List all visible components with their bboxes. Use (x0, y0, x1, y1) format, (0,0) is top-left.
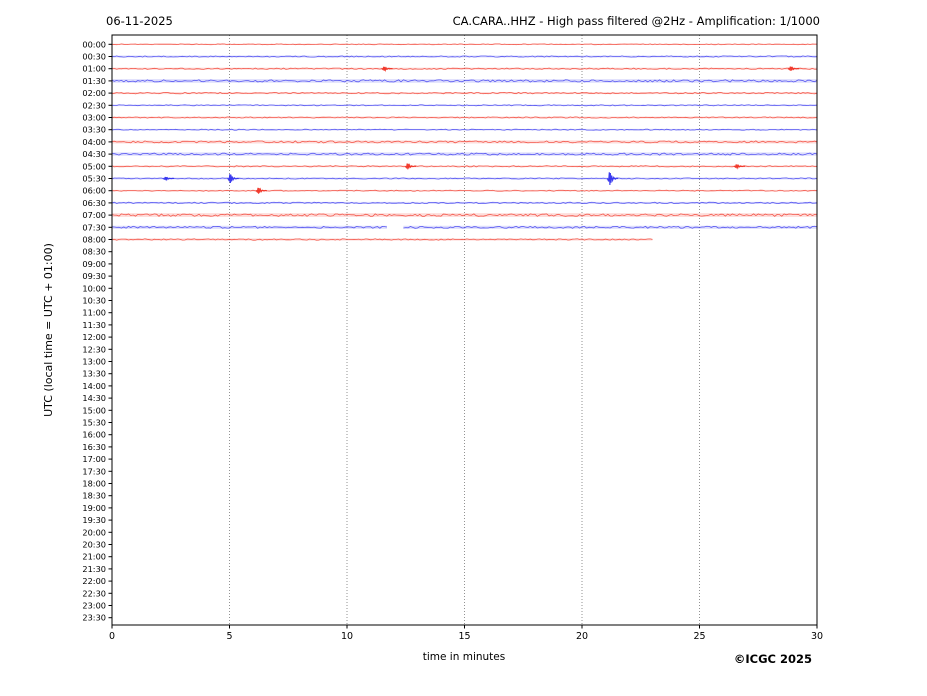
y-tick-label-07:00: 07:00 (82, 210, 106, 220)
y-tick-label-08:30: 08:30 (82, 247, 106, 257)
y-tick-label-17:00: 17:00 (82, 454, 106, 464)
y-tick-label-14:30: 14:30 (82, 393, 106, 403)
y-tick-label-00:30: 00:30 (82, 52, 106, 62)
y-tick-label-05:30: 05:30 (82, 174, 106, 184)
y-tick-label-06:00: 06:00 (82, 186, 106, 196)
x-tick-label-25: 25 (693, 631, 705, 642)
x-tick-label-0: 0 (109, 631, 115, 642)
y-tick-label-15:30: 15:30 (82, 418, 106, 428)
y-tick-label-08:00: 08:00 (82, 235, 106, 245)
event-spike-05:00 (405, 164, 416, 170)
event-spike-05:30 (163, 177, 174, 180)
trace-01:30 (112, 80, 817, 82)
y-axis-label: UTC (local time = UTC + 01:00) (42, 243, 55, 417)
y-tick-label-00:00: 00:00 (82, 39, 106, 49)
trace-layer (112, 44, 817, 240)
y-tick-label-05:00: 05:00 (82, 161, 106, 171)
y-tick-label-02:00: 02:00 (82, 88, 106, 98)
y-tick-label-23:00: 23:00 (82, 601, 106, 611)
y-tick-label-22:30: 22:30 (82, 588, 106, 598)
event-spike-05:30 (228, 174, 239, 183)
trace-02:00 (112, 92, 817, 93)
helicorder-plot: 00:00 00:30 01:00 01:30 02:00 02:30 03:00 03:30… (0, 0, 927, 696)
x-tick-label-5: 5 (226, 631, 232, 642)
y-tick-label-07:30: 07:30 (82, 222, 106, 232)
y-tick-label-06:30: 06:30 (82, 198, 106, 208)
x-axis-label: time in minutes (423, 651, 505, 663)
y-tick-label-10:30: 10:30 (82, 296, 106, 306)
y-tick-label-16:00: 16:00 (82, 430, 106, 440)
y-tick-label-14:00: 14:00 (82, 381, 106, 391)
trace-07:30 (112, 226, 817, 228)
trace-00:30 (112, 56, 817, 57)
y-tick-label-11:00: 11:00 (82, 308, 106, 318)
trace-04:00 (112, 141, 817, 143)
copyright-label: ©ICGC 2025 (734, 652, 812, 666)
y-tick-label-18:00: 18:00 (82, 479, 106, 489)
event-spike-05:30 (607, 172, 618, 185)
y-tick-label-21:30: 21:30 (82, 564, 106, 574)
y-tick-label-04:00: 04:00 (82, 137, 106, 147)
y-tick-label-22:00: 22:00 (82, 576, 106, 586)
y-tick-label-13:30: 13:30 (82, 369, 106, 379)
y-tick-label-03:30: 03:30 (82, 125, 106, 135)
trace-03:00 (112, 117, 817, 118)
trace-01:00 (112, 67, 817, 71)
y-tick-label-19:00: 19:00 (82, 503, 106, 513)
event-spike-01:00 (382, 67, 393, 71)
y-tick-label-03:00: 03:00 (82, 113, 106, 123)
y-tick-label-12:00: 12:00 (82, 332, 106, 342)
date-label: 06-11-2025 (106, 14, 173, 28)
y-tick-label-09:00: 09:00 (82, 259, 106, 269)
y-tick-label-11:30: 11:30 (82, 320, 106, 330)
x-tick-label-30: 30 (811, 631, 823, 642)
x-tick-label-20: 20 (576, 631, 588, 642)
y-tick-label-13:00: 13:00 (82, 357, 106, 367)
y-tick-label-01:30: 01:30 (82, 76, 106, 86)
trace-05:30 (112, 172, 817, 185)
y-tick-label-20:00: 20:00 (82, 527, 106, 537)
y-tick-label-02:30: 02:30 (82, 100, 106, 110)
y-tick-label-01:00: 01:00 (82, 64, 106, 74)
y-tick-label-17:30: 17:30 (82, 466, 106, 476)
y-tick-label-10:00: 10:00 (82, 283, 106, 293)
grid-layer (230, 35, 700, 625)
plot-title: CA.CARA..HHZ - High pass filtered @2Hz -… (453, 14, 820, 28)
trace-07:00 (112, 214, 817, 216)
trace-06:30 (112, 202, 817, 203)
trace-03:30 (112, 129, 817, 130)
y-tick-label-15:00: 15:00 (82, 405, 106, 415)
event-spike-06:00 (256, 188, 267, 194)
event-spike-01:00 (788, 67, 799, 71)
event-spike-05:00 (734, 164, 745, 168)
trace-04:30 (112, 153, 817, 155)
y-tick-label-18:30: 18:30 (82, 491, 106, 501)
trace-02:30 (112, 105, 817, 106)
y-tick-label-19:30: 19:30 (82, 515, 106, 525)
helicorder-page: 00:00 00:30 01:00 01:30 02:00 02:30 03:00 03:30… (0, 0, 927, 696)
y-tick-label-23:30: 23:30 (82, 613, 106, 623)
trace-08:00 (112, 239, 653, 240)
trace-00:00 (112, 44, 817, 45)
y-tick-label-12:30: 12:30 (82, 344, 106, 354)
x-tick-label-10: 10 (341, 631, 353, 642)
y-tick-label-04:30: 04:30 (82, 149, 106, 159)
x-tick-label-15: 15 (458, 631, 470, 642)
y-tick-label-21:00: 21:00 (82, 552, 106, 562)
y-tick-label-20:30: 20:30 (82, 540, 106, 550)
y-tick-label-16:30: 16:30 (82, 442, 106, 452)
y-tick-label-09:30: 09:30 (82, 271, 106, 281)
